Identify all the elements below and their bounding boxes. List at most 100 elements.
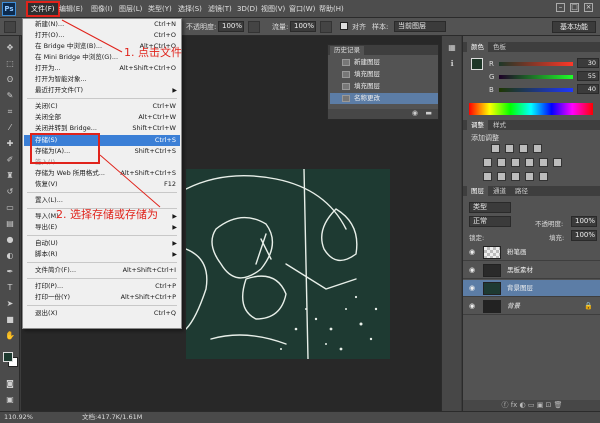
hand-tool-icon[interactable]: ✋: [4, 330, 16, 342]
pressure-opacity-icon[interactable]: [248, 21, 260, 33]
levels-icon[interactable]: [505, 144, 514, 153]
layer-kind-filter[interactable]: 类型: [469, 202, 511, 213]
properties-panel-icon[interactable]: ℹ: [446, 58, 458, 70]
quick-mask-icon[interactable]: ◙: [4, 378, 16, 390]
move-tool-icon[interactable]: ✥: [4, 42, 16, 54]
green-channel-value[interactable]: 55: [577, 71, 599, 81]
menu-select[interactable]: 选择(S): [175, 3, 205, 15]
menu-item-automate[interactable]: 自动(U) ▶: [24, 238, 180, 249]
sample-select[interactable]: 当前图层: [394, 21, 446, 32]
airbrush-icon[interactable]: [320, 21, 332, 33]
layers-footer[interactable]: ⓕ fx ◐ ▭ ▣ ⊡ 🗑: [463, 400, 600, 411]
zoom-level[interactable]: 110.92%: [4, 412, 33, 423]
invert-icon[interactable]: [483, 172, 492, 181]
history-tab[interactable]: 历史记录: [330, 46, 364, 55]
red-channel-value[interactable]: 30: [577, 58, 599, 68]
marquee-tool-icon[interactable]: ⬚: [4, 58, 16, 70]
shape-tool-icon[interactable]: ■: [4, 314, 16, 326]
type-tool-icon[interactable]: T: [4, 282, 16, 294]
menu-item-new[interactable]: 新建(N)... Ctrl+N: [24, 19, 180, 30]
selective-color-icon[interactable]: [539, 172, 548, 181]
tab-styles[interactable]: 样式: [489, 120, 510, 130]
camera-icon[interactable]: ◉: [412, 109, 418, 117]
history-row[interactable]: 填充图层: [330, 81, 438, 92]
layer-row[interactable]: ◉ 黑板素材: [463, 262, 600, 279]
dodge-tool-icon[interactable]: ◐: [4, 250, 16, 262]
red-channel-slider[interactable]: [499, 62, 573, 66]
menu-item-place[interactable]: 置入(L)...: [24, 195, 180, 206]
opacity-field[interactable]: 100%: [218, 21, 244, 32]
history-panel-icon[interactable]: ▦: [446, 42, 458, 54]
menu-file[interactable]: 文件(F): [26, 1, 60, 17]
tab-color[interactable]: 颜色: [467, 42, 488, 52]
menu-3d[interactable]: 3D(D): [234, 3, 261, 15]
clone-stamp-icon[interactable]: ♜: [4, 170, 16, 182]
layer-opacity-field[interactable]: 100%: [571, 216, 597, 227]
menu-image[interactable]: 图像(I): [88, 3, 116, 15]
photo-filter-icon[interactable]: [539, 158, 548, 167]
exposure-icon[interactable]: [533, 144, 542, 153]
workspace-button[interactable]: 基本功能: [552, 21, 596, 33]
threshold-icon[interactable]: [511, 172, 520, 181]
menu-item-exit[interactable]: 退出(X) Ctrl+Q: [24, 308, 180, 319]
channel-mixer-icon[interactable]: [553, 158, 562, 167]
eye-icon[interactable]: ◉: [469, 302, 475, 311]
menu-item-print[interactable]: 打印(P)... Ctrl+P: [24, 281, 180, 292]
flow-field[interactable]: 100%: [290, 21, 316, 32]
eye-icon[interactable]: ◉: [469, 248, 475, 257]
pen-tool-icon[interactable]: ✒: [4, 266, 16, 278]
menu-item-close[interactable]: 关闭(C) Ctrl+W: [24, 101, 180, 112]
brush-tool-icon[interactable]: ✐: [4, 154, 16, 166]
eyedropper-tool-icon[interactable]: ⁄: [4, 122, 16, 134]
close-icon[interactable]: ×: [584, 3, 593, 12]
layer-row-selected[interactable]: ◉ 背景图层: [463, 280, 600, 297]
eye-icon[interactable]: ◉: [469, 284, 475, 293]
green-channel-slider[interactable]: [499, 75, 573, 79]
minimize-icon[interactable]: –: [556, 3, 565, 12]
vibrance-icon[interactable]: [483, 158, 492, 167]
eye-icon[interactable]: ◉: [469, 266, 475, 275]
history-row[interactable]: 填充图层: [330, 69, 438, 80]
fill-field[interactable]: 100%: [571, 230, 597, 241]
crop-tool-icon[interactable]: ⌗: [4, 106, 16, 118]
tab-adjustments[interactable]: 调整: [467, 120, 488, 130]
menu-item-recent-files[interactable]: 最近打开文件(T) ▶: [24, 85, 180, 96]
history-brush-icon[interactable]: ↺: [4, 186, 16, 198]
trash-icon[interactable]: ▬: [425, 109, 432, 117]
menu-help[interactable]: 帮助(H): [316, 3, 347, 15]
menu-edit[interactable]: 编辑(E): [56, 3, 86, 15]
menu-item-revert[interactable]: 恢复(V) F12: [24, 179, 180, 190]
color-spectrum-bar[interactable]: [469, 103, 593, 115]
blur-tool-icon[interactable]: ●: [4, 234, 16, 246]
menu-item-close-all[interactable]: 关闭全部 Alt+Ctrl+W: [24, 112, 180, 123]
posterize-icon[interactable]: [497, 172, 506, 181]
menu-item-open-smart-object[interactable]: 打开为智能对象...: [24, 74, 180, 85]
menu-item-open[interactable]: 打开(O)... Ctrl+O: [24, 30, 180, 41]
menu-item-scripts[interactable]: 脚本(R) ▶: [24, 249, 180, 260]
layer-row[interactable]: ◉ 背景 🔒: [463, 298, 600, 315]
maximize-icon[interactable]: □: [570, 3, 579, 12]
menu-filter[interactable]: 滤镜(T): [205, 3, 235, 15]
healing-tool-icon[interactable]: ✚: [4, 138, 16, 150]
blue-channel-slider[interactable]: [499, 88, 573, 92]
hue-saturation-icon[interactable]: [497, 158, 506, 167]
tab-channels[interactable]: 通道: [489, 186, 510, 196]
menu-window[interactable]: 窗口(W): [286, 3, 318, 15]
tab-layers[interactable]: 图层: [467, 186, 488, 196]
tab-paths[interactable]: 路径: [511, 186, 532, 196]
menu-item-open-as[interactable]: 打开为... Alt+Shift+Ctrl+O: [24, 63, 180, 74]
menu-view[interactable]: 视图(V): [258, 3, 288, 15]
menu-item-print-one-copy[interactable]: 打印一份(Y) Alt+Shift+Ctrl+P: [24, 292, 180, 303]
menu-item-file-info[interactable]: 文件简介(F)... Alt+Shift+Ctrl+I: [24, 265, 180, 276]
gradient-tool-icon[interactable]: ▤: [4, 218, 16, 230]
eraser-tool-icon[interactable]: ▭: [4, 202, 16, 214]
color-balance-icon[interactable]: [511, 158, 520, 167]
foreground-color-swatch[interactable]: [3, 352, 13, 362]
path-select-tool-icon[interactable]: ➤: [4, 298, 16, 310]
blue-channel-value[interactable]: 40: [577, 84, 599, 94]
screen-mode-icon[interactable]: ▣: [4, 394, 16, 406]
foreground-color-preview[interactable]: [471, 58, 483, 70]
layer-row[interactable]: ◉ 粉笔画: [463, 244, 600, 261]
tab-swatches[interactable]: 色板: [489, 42, 510, 52]
curves-icon[interactable]: [519, 144, 528, 153]
